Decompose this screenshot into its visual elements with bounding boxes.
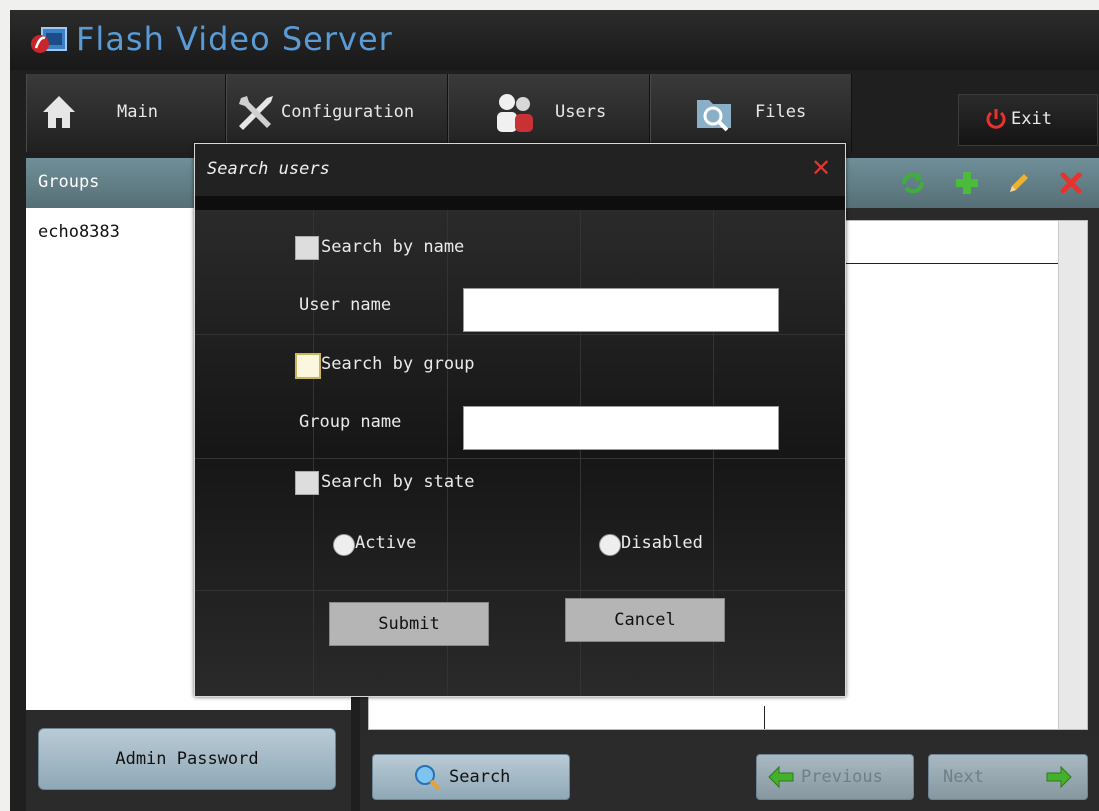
group-name-input[interactable] (463, 406, 779, 450)
app-title: Flash Video Server (76, 20, 393, 58)
grid-line (195, 590, 845, 591)
search-by-name-label: Search by name (321, 237, 465, 257)
groups-title: Groups (38, 172, 100, 192)
admin-password-button[interactable]: Admin Password (38, 728, 336, 790)
tab-users-label: Users (555, 102, 607, 122)
grid-line (195, 458, 845, 459)
dialog-title: Search users (207, 159, 330, 179)
tab-files-label: Files (755, 102, 807, 122)
arrow-left-icon (768, 765, 794, 789)
exit-button[interactable]: Exit (958, 94, 1098, 146)
search-by-group-label: Search by group (321, 354, 475, 374)
house-icon (43, 96, 75, 128)
search-button[interactable]: Search (372, 754, 570, 800)
exit-label: Exit (1011, 109, 1052, 129)
search-users-dialog: Search users ✕ Search by name User name … (194, 143, 846, 697)
magnifier-icon (415, 765, 441, 791)
state-disabled-radio[interactable] (599, 534, 621, 556)
search-label: Search (449, 767, 511, 787)
cancel-button[interactable]: Cancel (565, 598, 725, 642)
users-icon (497, 94, 533, 132)
search-by-state-label: Search by state (321, 472, 475, 492)
edit-icon[interactable] (1006, 170, 1032, 196)
state-active-label: Active (355, 533, 417, 553)
title-bar: Flash Video Server (10, 10, 1099, 70)
user-name-label: User name (299, 295, 392, 315)
state-disabled-label: Disabled (621, 533, 703, 553)
previous-label: Previous (801, 767, 883, 787)
tab-main[interactable]: Main (26, 74, 226, 152)
tab-configuration-label: Configuration (281, 102, 415, 122)
left-footer: Admin Password (26, 710, 351, 811)
next-button[interactable]: Next (928, 754, 1088, 800)
dialog-header: Search users ✕ (195, 144, 845, 210)
flash-logo-icon (31, 27, 67, 53)
tab-files[interactable]: Files (650, 74, 852, 152)
table-column-divider (764, 706, 765, 729)
grid-line (195, 334, 845, 335)
dialog-body: Search by name User name Search by group… (195, 210, 845, 696)
group-name-label: Group name (299, 412, 402, 432)
close-icon[interactable]: ✕ (811, 156, 831, 180)
tab-users[interactable]: Users (448, 74, 650, 152)
tab-configuration[interactable]: Configuration (226, 74, 448, 152)
tools-icon (239, 96, 273, 130)
users-footer: Search Previous Next (360, 738, 1099, 811)
search-by-group-checkbox[interactable] (295, 353, 321, 379)
app-window: Flash Video Server Main Configuration Us… (10, 10, 1099, 811)
previous-button[interactable]: Previous (756, 754, 914, 800)
refresh-icon[interactable] (900, 170, 926, 196)
search-by-state-checkbox[interactable] (295, 471, 319, 495)
add-icon[interactable] (954, 170, 980, 196)
files-icon (697, 100, 731, 132)
user-name-input[interactable] (463, 288, 779, 332)
power-icon (986, 109, 1006, 129)
next-label: Next (943, 767, 984, 787)
state-active-radio[interactable] (333, 534, 355, 556)
search-by-name-checkbox[interactable] (295, 236, 319, 260)
submit-button[interactable]: Submit (329, 602, 489, 646)
table-scrollbar[interactable] (1058, 221, 1087, 729)
arrow-right-icon (1046, 765, 1072, 789)
group-list-item[interactable]: echo8383 (38, 222, 120, 242)
tab-main-label: Main (117, 102, 158, 122)
delete-icon[interactable] (1058, 170, 1084, 196)
